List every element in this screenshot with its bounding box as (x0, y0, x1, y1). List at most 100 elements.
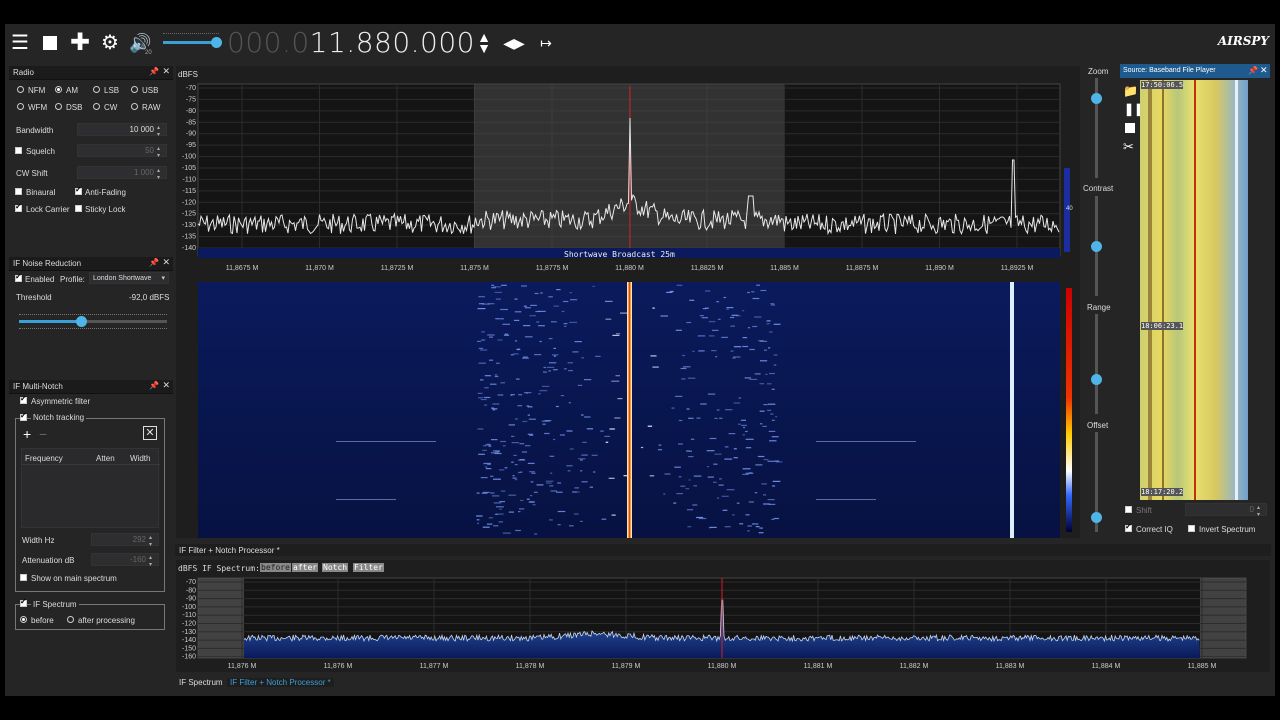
nr-enabled-checkbox[interactable] (15, 272, 22, 282)
range-slider[interactable] (1091, 314, 1102, 414)
asymmetric-checkbox[interactable] (20, 394, 27, 404)
contrast-knob[interactable] (1091, 241, 1102, 252)
waterfall-signal (566, 430, 573, 432)
waterfall-signal (678, 476, 682, 478)
file-waterfall-overview[interactable] (1140, 80, 1248, 500)
remove-notch-icon[interactable]: − (39, 426, 47, 442)
range-knob[interactable] (1091, 374, 1102, 385)
waterfall-signal (688, 417, 694, 419)
offset-slider[interactable] (1091, 432, 1102, 532)
mode-radio-usb[interactable] (131, 86, 138, 93)
tab-if-filter[interactable]: IF Filter + Notch Processor * (227, 678, 334, 687)
show-main-checkbox[interactable] (20, 574, 27, 581)
anti-fading-checkbox[interactable] (75, 185, 82, 195)
mode-radio-nfm[interactable] (17, 86, 24, 93)
cut-icon[interactable]: ✂ (1123, 139, 1134, 155)
waterfall-signal (514, 418, 518, 420)
waterfall-signal (580, 470, 583, 472)
waterfall-signal (749, 378, 758, 380)
after-radio[interactable] (67, 616, 74, 623)
span-icon[interactable]: ↦ (535, 32, 557, 54)
tab-if-spectrum[interactable]: IF Spectrum (179, 678, 223, 687)
waterfall-signal (745, 472, 754, 474)
if-x-tick-label: 11,883 M (996, 663, 1025, 670)
invert-spectrum-checkbox[interactable] (1188, 525, 1195, 532)
waterfall-signal (549, 455, 555, 457)
volume-slider[interactable] (163, 37, 223, 48)
sticky-lock-checkbox[interactable] (75, 205, 82, 212)
waterfall-signal (745, 430, 748, 433)
mode-radio-cw[interactable] (93, 103, 100, 110)
spectrum-canvas[interactable]: -70 -75 -80 -85 -90 -95 -100 -105 -110 -115 -120 -1… (176, 66, 1080, 538)
threshold-knob[interactable] (76, 316, 88, 327)
notch-tracking-checkbox[interactable] (20, 411, 27, 421)
shift-spinbox[interactable]: 0 (1185, 503, 1267, 518)
pin-icon[interactable]: 📌 (1248, 66, 1258, 75)
waterfall-signal (568, 370, 573, 372)
folder-icon[interactable]: 📁 (1123, 84, 1138, 98)
waterfall-signal (572, 351, 579, 353)
close-icon[interactable]: ✕ (162, 380, 170, 391)
add-notch-icon[interactable]: + (23, 426, 31, 442)
add-icon[interactable]: ✚ (69, 31, 91, 55)
waterfall-signal (519, 471, 523, 473)
close-icon[interactable]: ✕ (162, 257, 170, 268)
lock-carrier-checkbox[interactable] (15, 202, 22, 212)
gear-icon[interactable]: ⚙ (99, 32, 121, 54)
mode-radio-dsb[interactable] (55, 103, 62, 110)
close-icon[interactable]: ✕ (162, 66, 170, 77)
notch-table[interactable]: Frequency Atten Width (21, 448, 160, 528)
close-icon[interactable]: ✕ (1260, 65, 1268, 76)
contrast-slider[interactable] (1091, 196, 1102, 296)
stop-button[interactable] (39, 32, 61, 54)
squelch-checkbox[interactable] (15, 147, 22, 154)
bandwidth-spinbox[interactable]: 10 000 (77, 123, 167, 138)
if-spectrum-canvas[interactable]: -70-80 -90-100-110 -120-130-140-150 -160 11… (176, 560, 1270, 672)
pin-icon[interactable]: 📌 (149, 381, 159, 390)
waterfall-signal (574, 487, 579, 489)
binaural-checkbox[interactable] (15, 188, 22, 195)
threshold-slider[interactable] (19, 316, 167, 327)
x-tick-label: 11,890 M (925, 265, 954, 272)
width-hz-spinbox[interactable]: 292 (91, 533, 159, 548)
mode-radio-raw[interactable] (131, 103, 138, 110)
zoom-knob[interactable] (1091, 93, 1102, 104)
volume-knob[interactable] (211, 37, 223, 48)
pin-icon[interactable]: 📌 (149, 258, 159, 267)
menu-icon[interactable]: ☰ (9, 32, 31, 54)
waterfall-signal (647, 425, 653, 427)
attenuation-spinbox[interactable]: -160 (91, 553, 159, 568)
mode-radio-am[interactable] (55, 86, 62, 93)
center-lr-icon[interactable]: ◀▶ (503, 32, 525, 54)
waterfall-signal (604, 435, 610, 437)
waterfall-signal (732, 357, 736, 359)
mode-radio-lsb[interactable] (93, 86, 100, 93)
mode-radio-wfm[interactable] (17, 103, 24, 110)
clear-notches-button[interactable]: ✕ (143, 426, 157, 440)
mode-label-am: AM (66, 86, 78, 95)
profile-select[interactable]: London Shortwave (89, 272, 169, 284)
zoom-slider[interactable] (1091, 78, 1102, 178)
waterfall-signal (508, 494, 516, 496)
correct-iq-checkbox[interactable] (1125, 522, 1132, 532)
waterfall-signal (755, 464, 763, 466)
waterfall-signal (479, 349, 488, 351)
if-spectrum-panel[interactable]: dBFS IF Spectrum: before after Notch Fil… (176, 560, 1270, 672)
pin-icon[interactable]: 📌 (149, 67, 159, 76)
cw-shift-spinbox[interactable]: 1 000 (77, 166, 167, 181)
stop-icon[interactable] (1125, 123, 1135, 133)
x-tick-label: 11,8725 M (381, 265, 414, 272)
x-tick-label: 11,8825 M (691, 265, 724, 272)
frequency-display[interactable]: 000.011.880.000 (227, 26, 475, 59)
before-radio[interactable] (20, 616, 27, 623)
main-spectrum-area[interactable]: dBFS -70 -75 -80 -85 -90 -95 -100 -105 -110 -115-… (176, 66, 1080, 538)
squelch-spinbox[interactable]: 50 (77, 144, 167, 159)
tune-step-updown-icon[interactable]: ▲ ▼ (473, 30, 495, 55)
offset-knob[interactable] (1091, 512, 1102, 523)
shift-checkbox[interactable] (1125, 506, 1132, 513)
waterfall-signal (494, 374, 498, 376)
if-spectrum-checkbox[interactable] (20, 597, 27, 607)
waterfall-signal (493, 525, 499, 527)
waterfall-signal (687, 526, 692, 528)
waterfall-signal (775, 416, 778, 418)
